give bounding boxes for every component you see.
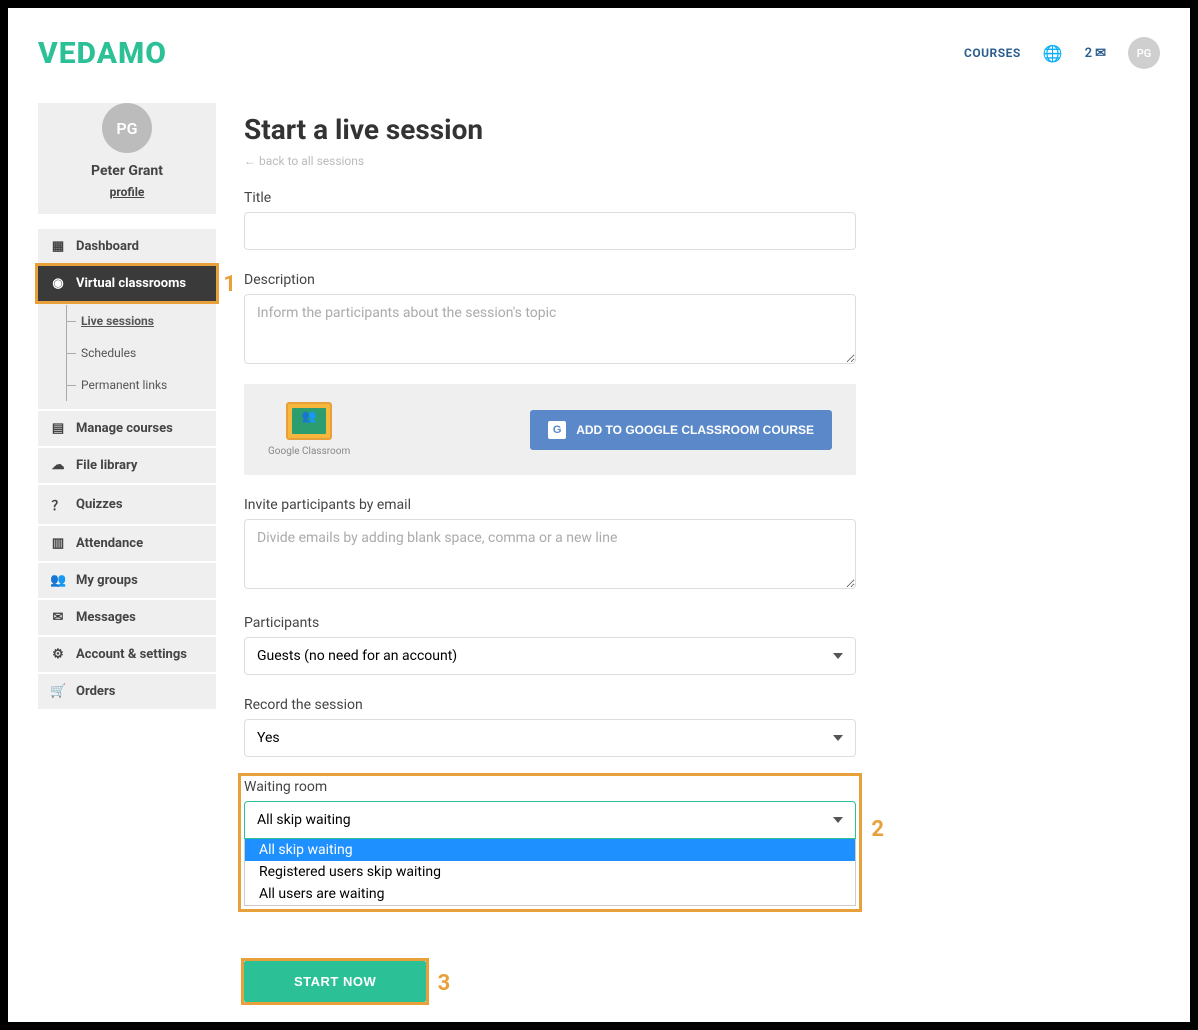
sidebar-item-file-library[interactable]: ☁ File library — [38, 448, 216, 483]
envelope-icon: ✉ — [50, 610, 66, 625]
brand-logo[interactable]: VEDAMO — [38, 36, 167, 71]
sidebar-item-orders[interactable]: 🛒 Orders — [38, 674, 216, 709]
sidebar-item-manage-courses[interactable]: ▤ Manage courses — [38, 411, 216, 446]
title-label: Title — [244, 190, 856, 206]
courses-link[interactable]: COURSES — [964, 46, 1021, 60]
sidebar-item-label: Orders — [76, 684, 115, 699]
participants-select[interactable]: Guests (no need for an account) — [244, 637, 856, 675]
participants-label: Participants — [244, 615, 856, 631]
sidebar-item-label: Dashboard — [76, 239, 139, 254]
gc-button-label: ADD TO GOOGLE CLASSROOM COURSE — [576, 423, 814, 437]
record-label: Record the session — [244, 697, 856, 713]
waiting-option-registered-skip[interactable]: Registered users skip waiting — [245, 861, 855, 883]
avatar-large[interactable]: PG — [102, 103, 152, 153]
profile-card: PG Peter Grant profile — [38, 103, 216, 214]
cloud-icon: ☁ — [50, 458, 66, 473]
globe-icon[interactable]: 🌐 — [1043, 44, 1063, 63]
subnav-virtual-classrooms: Live sessions Schedules Permanent links — [38, 301, 216, 409]
sidebar-item-attendance[interactable]: ▥ Attendance — [38, 526, 216, 561]
avatar-menu[interactable]: PG — [1128, 37, 1160, 69]
sidebar: PG Peter Grant profile ▦ Dashboard ◉ Vir… — [38, 103, 216, 1002]
sidebar-item-label: Manage courses — [76, 421, 173, 436]
invite-textarea[interactable] — [244, 519, 856, 589]
waiting-option-all-wait[interactable]: All users are waiting — [245, 883, 855, 905]
arrow-left-icon: ← — [244, 154, 256, 168]
sidebar-item-label: Account & settings — [76, 647, 187, 662]
sidebar-item-label: My groups — [76, 573, 138, 588]
sidebar-item-label: Quizzes — [76, 497, 123, 512]
question-icon: ？ — [50, 495, 66, 514]
waiting-label: Waiting room — [244, 779, 856, 795]
users-icon: 👥 — [50, 573, 66, 588]
notifications-link[interactable]: 2 ✉ — [1085, 46, 1106, 61]
envelope-icon: ✉ — [1095, 46, 1106, 61]
notification-count: 2 — [1085, 46, 1092, 61]
subnav-permanent-links[interactable]: Permanent links — [66, 369, 216, 401]
record-select[interactable]: Yes — [244, 719, 856, 757]
sidebar-item-account-settings[interactable]: ⚙ Account & settings — [38, 637, 216, 672]
play-circle-icon: ◉ — [50, 276, 66, 291]
back-link[interactable]: ←back to all sessions — [244, 154, 856, 168]
profile-name: Peter Grant — [48, 163, 206, 179]
subnav-live-sessions[interactable]: Live sessions — [66, 305, 216, 337]
sidebar-item-messages[interactable]: ✉ Messages — [38, 600, 216, 635]
sidebar-item-quizzes[interactable]: ？ Quizzes — [38, 485, 216, 524]
cart-icon: 🛒 — [50, 684, 66, 699]
subnav-schedules[interactable]: Schedules — [66, 337, 216, 369]
sidebar-item-virtual-classrooms[interactable]: ◉ Virtual classrooms — [38, 266, 216, 301]
title-input[interactable] — [244, 212, 856, 250]
waiting-dropdown-panel: All skip waiting Registered users skip w… — [244, 839, 856, 906]
main-content: Start a live session ←back to all sessio… — [216, 103, 856, 1002]
page-title: Start a live session — [244, 113, 856, 146]
book-icon: ▤ — [50, 421, 66, 436]
grid-icon: ▦ — [50, 239, 66, 254]
waiting-option-all-skip[interactable]: All skip waiting — [245, 839, 855, 861]
topbar: VEDAMO COURSES 🌐 2 ✉ PG — [38, 28, 1160, 78]
gear-icon: ⚙ — [50, 647, 66, 662]
waiting-select[interactable]: All skip waiting — [244, 801, 856, 839]
sidebar-item-label: Messages — [76, 610, 136, 625]
back-link-text: back to all sessions — [259, 154, 364, 168]
google-classroom-panel: Google Classroom G ADD TO GOOGLE CLASSRO… — [244, 384, 856, 475]
sidebar-item-label: File library — [76, 458, 137, 473]
description-label: Description — [244, 272, 856, 288]
profile-link[interactable]: profile — [48, 185, 206, 199]
description-textarea[interactable] — [244, 294, 856, 364]
google-classroom-icon — [286, 402, 332, 440]
start-now-button[interactable]: START NOW — [244, 961, 426, 1002]
add-to-google-classroom-button[interactable]: G ADD TO GOOGLE CLASSROOM COURSE — [530, 410, 832, 450]
invite-label: Invite participants by email — [244, 497, 856, 513]
annotation-2: 2 — [871, 817, 884, 842]
google-icon: G — [548, 421, 566, 439]
list-icon: ▥ — [50, 536, 66, 551]
sidebar-nav: ▦ Dashboard ◉ Virtual classrooms 1 Live … — [38, 229, 216, 709]
sidebar-item-label: Attendance — [76, 536, 143, 551]
annotation-1: 1 — [223, 272, 236, 297]
sidebar-item-dashboard[interactable]: ▦ Dashboard — [38, 229, 216, 264]
annotation-3: 3 — [438, 971, 451, 996]
sidebar-item-my-groups[interactable]: 👥 My groups — [38, 563, 216, 598]
sidebar-item-label: Virtual classrooms — [76, 276, 186, 291]
google-classroom-caption: Google Classroom — [268, 446, 350, 457]
